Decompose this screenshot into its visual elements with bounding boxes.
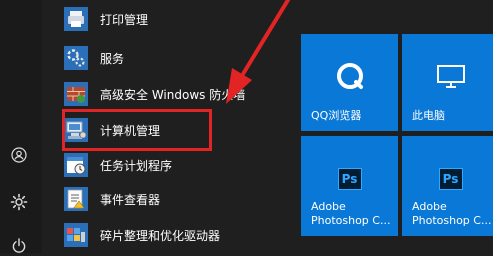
tile-label: Adobe Photoshop C...: [311, 200, 391, 227]
app-item-task-scheduler[interactable]: 任务计划程序: [62, 149, 282, 181]
tile-label: Adobe Photoshop C...: [412, 200, 492, 227]
printer-icon: [62, 5, 90, 33]
app-item-services[interactable]: 服务: [62, 42, 282, 74]
app-label: 打印管理: [100, 12, 149, 27]
task-scheduler-icon: [62, 151, 90, 179]
photoshop-icon: Ps: [438, 168, 463, 190]
computer-icon: [436, 64, 466, 94]
app-item-event-viewer[interactable]: 事件查看器: [62, 183, 282, 215]
app-item-print-management[interactable]: 打印管理: [62, 3, 282, 35]
gear-icon[interactable]: [9, 192, 29, 212]
highlight-box: [62, 109, 212, 151]
power-icon[interactable]: [9, 236, 29, 256]
tile-photoshop-2[interactable]: Ps Adobe Photoshop C...: [402, 136, 493, 236]
app-label: 高级安全 Windows 防火墙: [100, 87, 246, 102]
services-gear-icon: [62, 44, 90, 72]
app-label: 事件查看器: [100, 192, 161, 207]
tile-this-pc[interactable]: 此电脑: [402, 34, 493, 131]
start-rail: [0, 0, 42, 253]
tile-area: QQ浏览器 此电脑 Ps Adobe Photoshop C... Ps Ado…: [290, 0, 493, 253]
event-viewer-icon: [62, 185, 90, 213]
app-label: 碎片整理和优化驱动器: [100, 228, 221, 243]
tile-photoshop-1[interactable]: Ps Adobe Photoshop C...: [301, 136, 398, 236]
app-label: 任务计划程序: [100, 158, 173, 173]
photoshop-icon: Ps: [337, 168, 362, 190]
qq-browser-icon: [336, 62, 364, 94]
defragment-icon: [62, 221, 90, 249]
app-item-firewall[interactable]: 高级安全 Windows 防火墙: [62, 78, 282, 110]
app-item-defragment[interactable]: 碎片整理和优化驱动器: [62, 219, 282, 251]
firewall-icon: [62, 80, 90, 108]
tile-label: 此电脑: [412, 109, 445, 122]
user-icon[interactable]: [9, 145, 29, 165]
tile-label: QQ浏览器: [311, 109, 362, 122]
tile-qq-browser[interactable]: QQ浏览器: [301, 34, 398, 131]
app-label: 服务: [100, 51, 125, 66]
